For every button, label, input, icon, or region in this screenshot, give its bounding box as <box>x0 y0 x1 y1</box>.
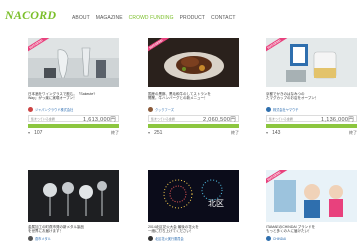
owner-avatar <box>266 107 271 112</box>
site-header: NACORD ABOUT MAGAZINE CROWD FUNDING PROD… <box>0 0 362 30</box>
supporters-icon: ♥ <box>266 131 269 135</box>
project-image[interactable]: 北区 <box>148 170 239 222</box>
owner-name[interactable]: ジャパンクラウド株式会社 <box>35 107 73 112</box>
amount-value: 2,060,500円 <box>203 116 236 123</box>
owner-avatar <box>148 236 153 241</box>
project-card[interactable]: SUCCESS! ITAMAEのCHINDAI ブランドを もっと多くの人に届け… <box>266 170 357 242</box>
svg-text:北区: 北区 <box>208 199 224 208</box>
supporters-icon: ♥ <box>148 131 151 135</box>
supporters-count: 143 <box>272 130 281 136</box>
amount-label: 集まっている金額 <box>151 116 175 121</box>
nav-contact[interactable]: CONTACT <box>211 15 236 21</box>
project-owner[interactable]: 株式会社ヤマウチ <box>266 106 357 113</box>
owner-avatar <box>148 107 153 112</box>
nav-about[interactable]: ABOUT <box>72 15 90 21</box>
amount-label: 集まっている金額 <box>269 116 293 121</box>
project-image[interactable]: SUCCESS! <box>266 38 357 87</box>
project-card[interactable]: SUCCESS! 日本酒をワイングラスで飲む。「Sakeute? Way」がっ楽… <box>28 38 119 136</box>
project-card[interactable]: 金属加工の町燕市発の新メタル製品 を世界にお届けます！ 燕市メタル <box>28 170 119 242</box>
project-owner[interactable]: クックフーズ <box>148 106 239 113</box>
owner-avatar <box>28 107 33 112</box>
project-image[interactable] <box>28 170 119 222</box>
supporters-count: 107 <box>34 130 43 136</box>
owner-name[interactable]: 北区花火実行委員会 <box>155 236 184 241</box>
supporters-icon: ♥ <box>28 131 31 135</box>
nav-crowd-funding[interactable]: CROWD FUNDING <box>129 15 174 21</box>
project-owner[interactable]: ジャパンクラウド株式会社 <box>28 106 119 113</box>
project-owner[interactable]: CHINDAI <box>266 235 357 242</box>
project-image[interactable]: SUCCESS! <box>266 170 357 222</box>
amount-label: 集まっている金額 <box>31 116 55 121</box>
owner-avatar <box>266 236 271 241</box>
funding-amount: 集まっている金額 2,060,500円 <box>148 115 239 123</box>
main-nav: ABOUT MAGAZINE CROWD FUNDING PRODUCT CON… <box>72 15 235 21</box>
project-stats: ♥ 251 終了 <box>148 130 239 136</box>
project-description[interactable]: 日本酒をワイングラスで飲む。「Sakeute? Way」がっ楽に実現オープン！ <box>28 92 119 105</box>
project-owner[interactable]: 燕市メタル <box>28 235 119 242</box>
amount-value: 1,136,000円 <box>321 116 354 123</box>
progress-bar <box>28 124 119 128</box>
project-owner[interactable]: 北区花火実行委員会 <box>148 235 239 242</box>
project-description[interactable]: 金属加工の町燕市発の新メタル製品 を世界にお届けます！ <box>28 225 119 234</box>
owner-name[interactable]: 株式会社ヤマウチ <box>273 107 299 112</box>
owner-name[interactable]: CHINDAI <box>273 237 286 241</box>
project-image[interactable]: SUCCESS! <box>28 38 119 87</box>
project-stats: ♥ 107 終了 <box>28 130 119 136</box>
site-logo[interactable]: NACORD <box>5 8 56 23</box>
project-description[interactable]: ITAMAEのCHINDAI ブランドを もっと多くの人に届けたい！ <box>266 225 357 234</box>
supporters-count: 251 <box>154 130 163 136</box>
project-stats: ♥ 143 終了 <box>266 130 357 136</box>
owner-name[interactable]: 燕市メタル <box>35 236 51 241</box>
progress-bar <box>148 124 239 128</box>
project-card[interactable]: SUCCESS! 国産の黒豚、黒毛和牛のしてストランを 開業。牛ハンバーグとの新… <box>148 38 239 136</box>
days-left: 終了 <box>349 130 357 135</box>
project-card[interactable]: 北区 2014北区花火大会 最後の花火を 一緒に打ち上げてください！ 北区花火実… <box>148 170 239 242</box>
nav-magazine[interactable]: MAGAZINE <box>96 15 123 21</box>
project-description[interactable]: 2014北区花火大会 最後の花火を 一緒に打ち上げてください！ <box>148 225 239 234</box>
nav-product[interactable]: PRODUCT <box>180 15 205 21</box>
amount-value: 1,613,000円 <box>83 116 116 123</box>
funding-amount: 集まっている金額 1,613,000円 <box>28 115 119 123</box>
project-description[interactable]: 国産の黒豚、黒毛和牛のしてストランを 開業。牛ハンバーグとの新メニュー！ <box>148 92 239 105</box>
progress-bar <box>266 124 357 128</box>
project-description[interactable]: 京都でかきのはなみつの たマグカップのお店をオープン！ <box>266 92 357 105</box>
days-left: 終了 <box>111 130 119 135</box>
owner-name[interactable]: クックフーズ <box>155 107 174 112</box>
funding-amount: 集まっている金額 1,136,000円 <box>266 115 357 123</box>
project-image[interactable]: SUCCESS! <box>148 38 239 87</box>
project-card[interactable]: SUCCESS! 京都でかきのはなみつの たマグカップのお店をオープン！ 株式会… <box>266 38 357 136</box>
owner-avatar <box>28 236 33 241</box>
days-left: 終了 <box>231 130 239 135</box>
